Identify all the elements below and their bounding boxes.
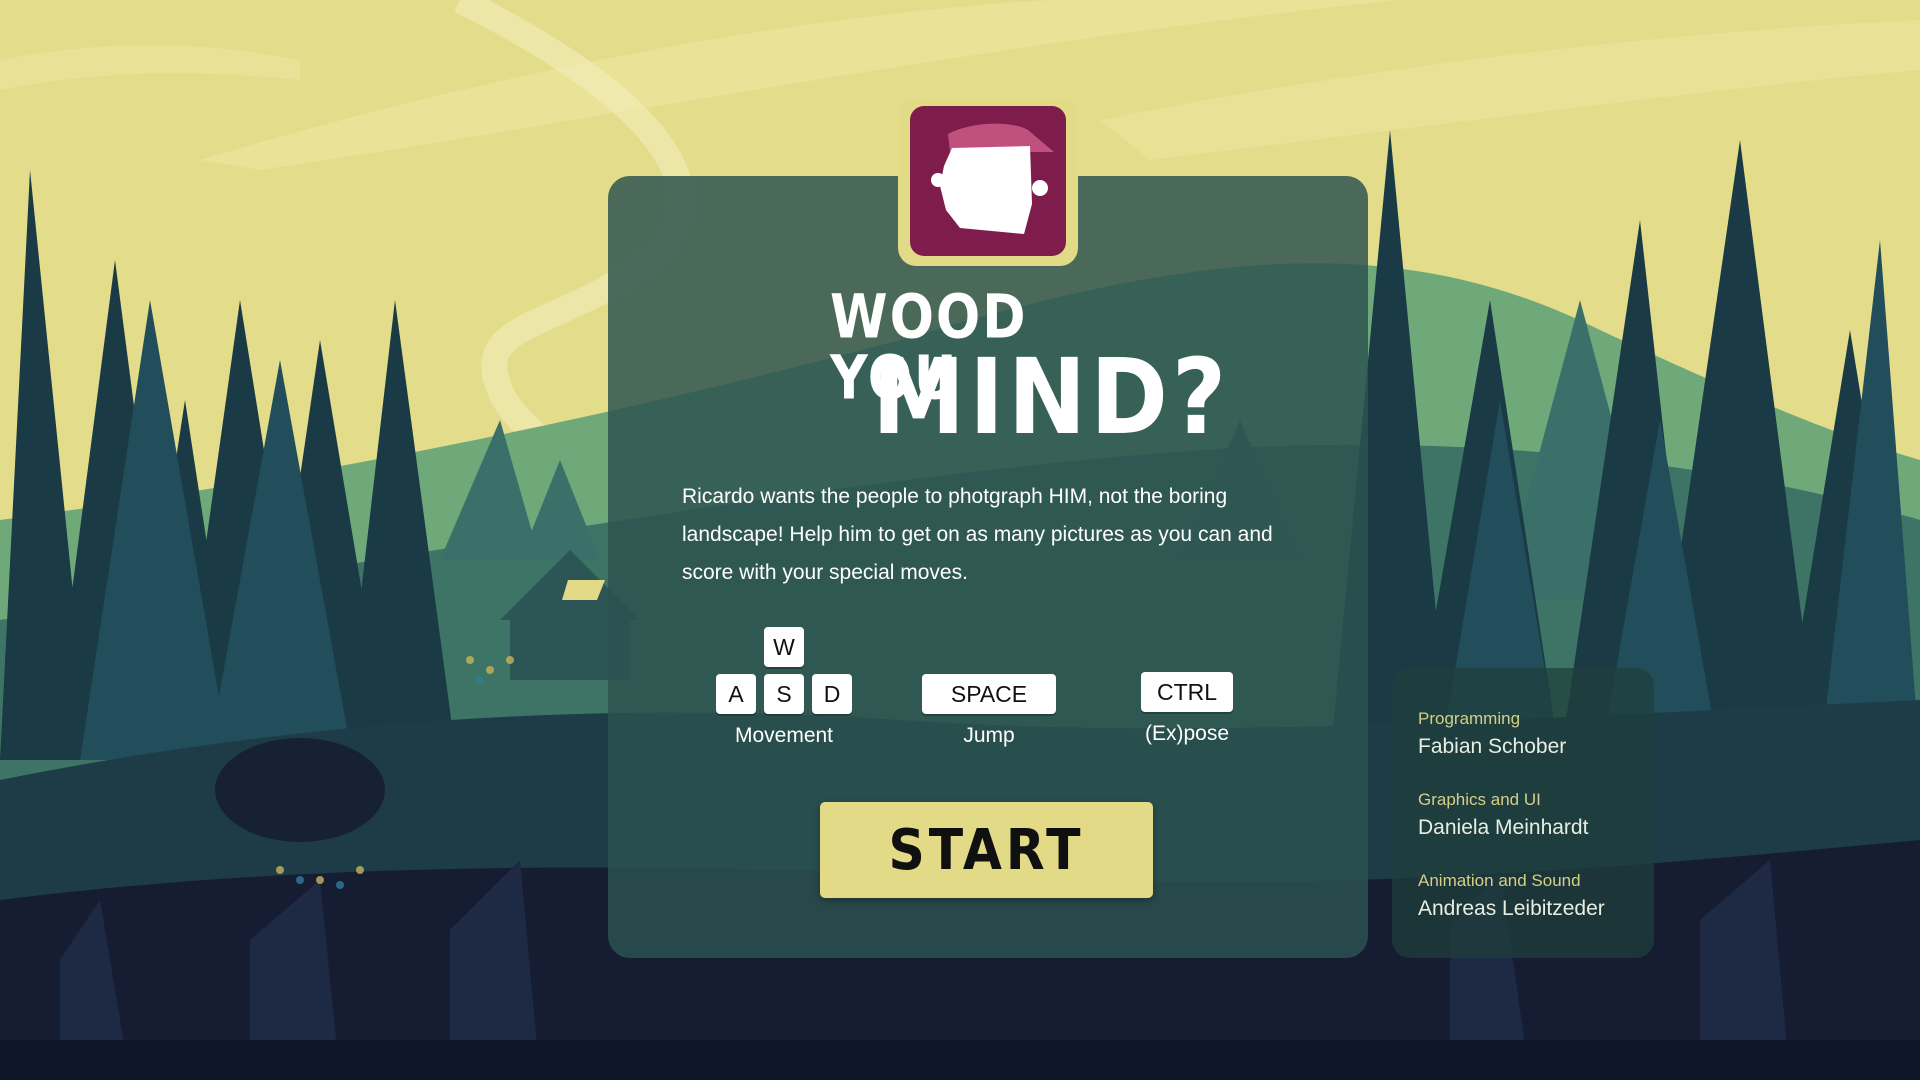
- credit-role-animation: Animation and Sound: [1418, 871, 1581, 890]
- key-s: S: [764, 674, 804, 714]
- credit-name-programming: Fabian Schober: [1418, 735, 1567, 758]
- credit-role-programming: Programming: [1418, 709, 1521, 728]
- key-ctrl: CTRL: [1141, 672, 1233, 712]
- credit-role-graphics: Graphics and UI: [1418, 790, 1541, 809]
- game-description: Ricardo wants the people to photgraph HI…: [682, 485, 1273, 584]
- key-w: W: [764, 627, 804, 667]
- start-button[interactable]: START: [820, 802, 1153, 898]
- key-d: D: [812, 674, 852, 714]
- key-space: SPACE: [922, 674, 1056, 714]
- credit-name-animation: Andreas Leibitzeder: [1418, 897, 1605, 920]
- ricardo-face-icon: [910, 106, 1066, 256]
- movement-label: Movement: [734, 724, 834, 747]
- expose-label: (Ex)pose: [1144, 722, 1230, 745]
- credit-name-graphics: Daniela Meinhardt: [1418, 816, 1589, 839]
- title-line-2: MIND?: [872, 336, 1231, 458]
- jump-label: Jump: [963, 724, 1015, 747]
- key-a: A: [716, 674, 756, 714]
